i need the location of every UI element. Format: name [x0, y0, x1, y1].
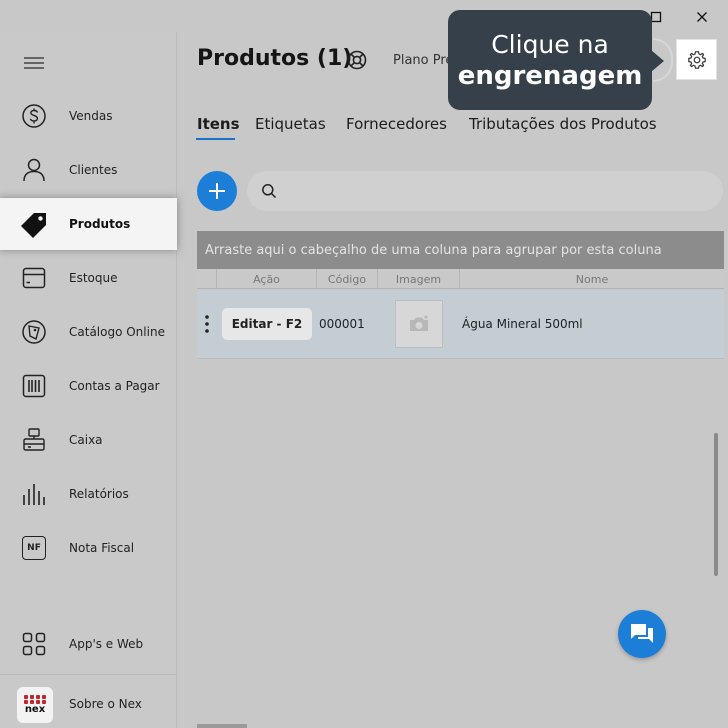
sidebar-item-label: Vendas	[69, 109, 113, 123]
lifebuoy-icon	[347, 50, 367, 70]
tooltip-line2: engrenagem	[457, 60, 643, 91]
product-name: Água Mineral 500ml	[462, 317, 583, 331]
catalog-icon	[19, 318, 49, 346]
sidebar-item-label: Produtos	[69, 217, 131, 231]
grid-icon	[19, 630, 49, 658]
sidebar-item-clientes[interactable]: Clientes	[0, 143, 177, 197]
help-button[interactable]	[347, 50, 367, 70]
search-icon	[262, 184, 277, 199]
grid-header-selector	[197, 269, 216, 289]
page-title: Produtos (1)	[197, 46, 353, 71]
tooltip-arrow	[651, 50, 664, 72]
sidebar-item-label: Contas a Pagar	[69, 379, 160, 393]
sidebar-item-relatorios[interactable]: Relatórios	[0, 467, 177, 521]
table-row[interactable]: Editar - F2 000001 Água Mineral 500ml	[197, 290, 724, 359]
close-icon	[697, 12, 707, 22]
sidebar-item-nota-fiscal[interactable]: NF Nota Fiscal	[0, 521, 177, 575]
sidebar-item-produtos[interactable]: Produtos	[0, 198, 177, 250]
search-input[interactable]	[285, 179, 705, 203]
sidebar-item-label: Nota Fiscal	[69, 541, 135, 555]
sidebar-item-label: Catálogo Online	[69, 325, 165, 339]
chat-icon	[631, 624, 653, 643]
user-icon	[19, 156, 49, 184]
nex-logo-text: nex	[24, 704, 46, 715]
nex-logo: nex	[17, 687, 53, 723]
register-icon	[19, 426, 49, 454]
sidebar-item-label: Relatórios	[69, 487, 129, 501]
sidebar-item-label: Sobre o Nex	[69, 697, 142, 711]
column-header-codigo[interactable]: Código	[316, 269, 377, 289]
bar-chart-icon	[19, 480, 49, 508]
plus-icon	[209, 183, 225, 199]
add-product-button[interactable]	[197, 171, 237, 211]
settings-button[interactable]	[676, 39, 717, 80]
tab-itens[interactable]: Itens	[197, 115, 240, 133]
dollar-circle-icon	[19, 102, 49, 130]
sidebar-item-label: Estoque	[69, 271, 118, 285]
sidebar-item-label: Clientes	[69, 163, 118, 177]
nf-icon-text: NF	[22, 536, 46, 560]
onboarding-tooltip: Clique na engrenagem	[448, 10, 652, 110]
grid-header: Ação Código Imagem Nome	[197, 269, 724, 289]
column-header-acao[interactable]: Ação	[216, 269, 316, 289]
kebab-menu-icon[interactable]	[205, 314, 209, 334]
tab-etiquetas[interactable]: Etiquetas	[255, 115, 326, 133]
hamburger-icon	[24, 57, 44, 69]
sidebar-item-contas-a-pagar[interactable]: Contas a Pagar	[0, 359, 177, 413]
tab-tributacoes[interactable]: Tributações dos Produtos	[469, 115, 657, 133]
column-header-nome[interactable]: Nome	[459, 269, 724, 289]
plan-text: Plano Pre	[393, 53, 454, 68]
close-window-button[interactable]	[690, 6, 714, 28]
box-icon	[19, 264, 49, 292]
tooltip-line1: Clique na	[491, 29, 609, 59]
vertical-scrollbar[interactable]	[714, 433, 718, 576]
gear-icon	[687, 50, 706, 69]
chat-button[interactable]	[618, 610, 666, 658]
product-image-placeholder[interactable]	[395, 300, 443, 348]
sidebar-item-apps-e-web[interactable]: App's e Web	[0, 617, 177, 671]
column-header-imagem[interactable]: Imagem	[377, 269, 459, 289]
nf-icon: NF	[19, 534, 49, 562]
sidebar-item-label: App's e Web	[69, 637, 144, 651]
barcode-icon	[19, 372, 49, 400]
sidebar-divider	[0, 674, 177, 675]
add-photo-icon	[410, 315, 428, 331]
hamburger-menu-button[interactable]	[22, 55, 46, 71]
sidebar-item-caixa[interactable]: Caixa	[0, 413, 177, 467]
search-bar[interactable]	[247, 171, 723, 211]
edit-button[interactable]: Editar - F2	[222, 308, 312, 340]
horizontal-scrollbar[interactable]	[197, 724, 247, 728]
sidebar: Vendas Clientes Produtos Estoque Catálog…	[0, 32, 177, 728]
sidebar-item-label: Caixa	[69, 433, 103, 447]
sidebar-item-estoque[interactable]: Estoque	[0, 251, 177, 305]
tag-icon	[19, 211, 49, 239]
sidebar-item-catalogo-online[interactable]: Catálogo Online	[0, 305, 177, 359]
sidebar-item-vendas[interactable]: Vendas	[0, 89, 177, 143]
group-by-bar[interactable]: Arraste aqui o cabeçalho de uma coluna p…	[197, 231, 724, 269]
tab-fornecedores[interactable]: Fornecedores	[346, 115, 447, 133]
active-tab-indicator	[196, 138, 235, 140]
product-code: 000001	[319, 317, 365, 331]
